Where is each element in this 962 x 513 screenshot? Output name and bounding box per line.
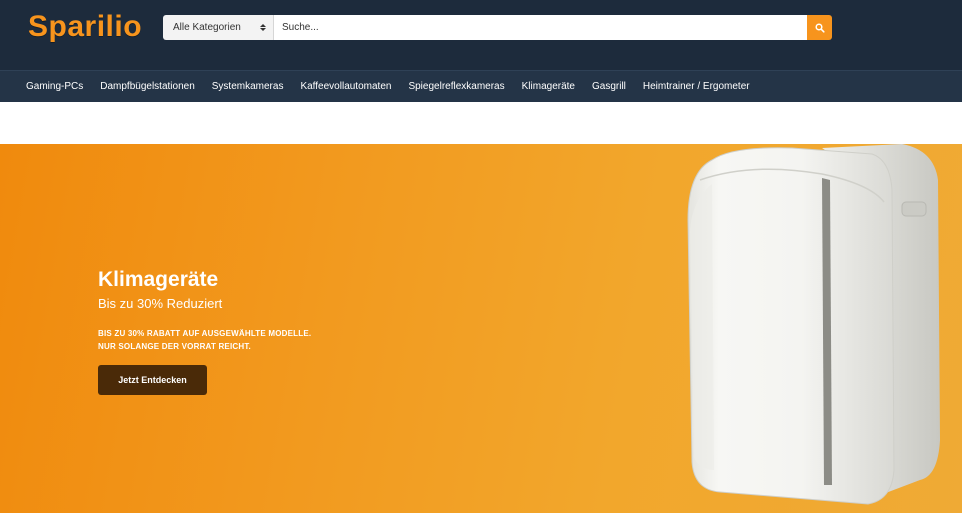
- category-select-label: Alle Kategorien: [173, 22, 241, 33]
- hero-description: BIS ZU 30% RABATT AUF AUSGEWÄHLTE MODELL…: [98, 327, 311, 353]
- hero-description-line-2: NUR SOLANGE DER VORRAT REICHT.: [98, 342, 251, 351]
- site-header: Sparilio Alle Kategorien: [0, 0, 962, 70]
- search-input[interactable]: [274, 15, 807, 40]
- hero-subtitle: Bis zu 30% Reduziert: [98, 296, 223, 311]
- discover-button[interactable]: Jetzt Entdecken: [98, 365, 207, 395]
- air-conditioner-image: [687, 144, 940, 505]
- nav-item-kaffeevollautomaten[interactable]: Kaffeevollautomaten: [300, 81, 391, 92]
- nav-item-systemkameras[interactable]: Systemkameras: [212, 81, 284, 92]
- hero-banner: Klimageräte Bis zu 30% Reduziert BIS ZU …: [0, 144, 962, 513]
- hero-description-line-1: BIS ZU 30% RABATT AUF AUSGEWÄHLTE MODELL…: [98, 329, 312, 338]
- category-nav: Gaming-PCs Dampfbügelstationen Systemkam…: [0, 70, 962, 102]
- site-logo[interactable]: Sparilio: [28, 10, 142, 44]
- category-select[interactable]: Alle Kategorien: [163, 15, 274, 40]
- nav-item-gasgrill[interactable]: Gasgrill: [592, 81, 626, 92]
- nav-item-gaming-pcs[interactable]: Gaming-PCs: [26, 81, 83, 92]
- search-bar: Alle Kategorien: [163, 15, 832, 40]
- nav-item-heimtrainer[interactable]: Heimtrainer / Ergometer: [643, 81, 750, 92]
- nav-item-dampfbuegelstationen[interactable]: Dampfbügelstationen: [100, 81, 195, 92]
- nav-item-spiegelreflexkameras[interactable]: Spiegelreflexkameras: [408, 81, 504, 92]
- nav-item-klimageraete[interactable]: Klimageräte: [522, 81, 575, 92]
- select-arrows-icon: [260, 24, 266, 31]
- search-button[interactable]: [807, 15, 832, 40]
- search-icon: [814, 22, 825, 33]
- hero-title: Klimageräte: [98, 268, 219, 291]
